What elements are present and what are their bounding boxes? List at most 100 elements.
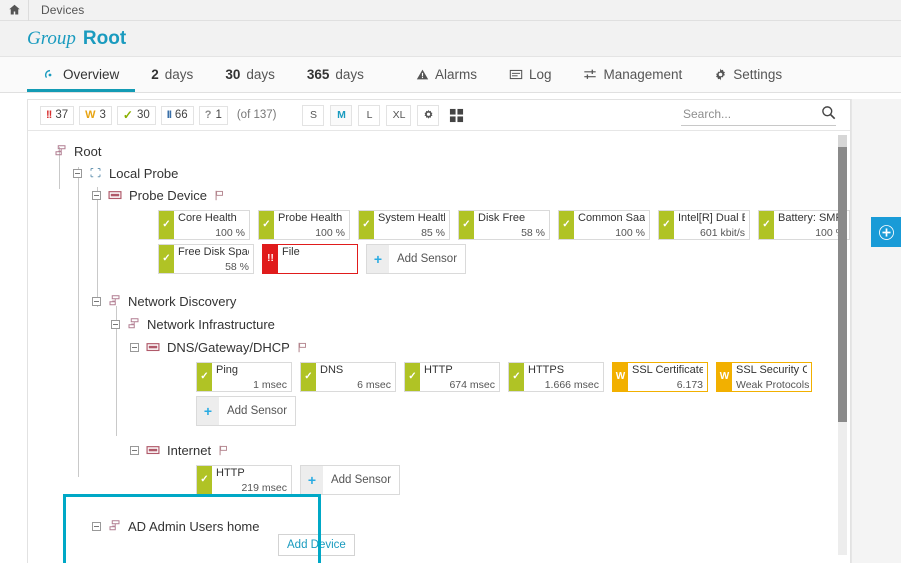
tree-node-network-discovery[interactable]: Network Discovery: [28, 291, 850, 311]
sensor-name: Core Health: [178, 212, 245, 225]
sensor-name: Ping: [216, 364, 287, 377]
collapse-toggle-dns-gateway-dhcp[interactable]: [130, 343, 139, 352]
tab-30-days[interactable]: 30 days: [209, 57, 291, 92]
sensor-tile[interactable]: W SSL Security C... Weak Protocols ...: [716, 362, 812, 392]
sensor-name: Common SaaS...: [578, 212, 645, 225]
sensor-value: 100 %: [278, 227, 345, 239]
tree-node-ad-admin-users-home-label: AD Admin Users home: [128, 519, 260, 534]
collapse-toggle-probe-device[interactable]: [92, 191, 101, 200]
grid-view-button[interactable]: [445, 105, 467, 126]
sensor-tile-row: ✓ Free Disk Spac... 58 % !! File + Add S…: [28, 244, 850, 274]
status-chip-warning[interactable]: W 3: [79, 106, 112, 125]
sensor-tile[interactable]: ✓ Ping 1 msec: [196, 362, 292, 392]
flag-icon[interactable]: [218, 445, 229, 456]
sensor-tile[interactable]: ✓ Intel[R] Dual Ba... 601 kbit/s: [658, 210, 750, 240]
status-chip-unknown[interactable]: ? 1: [199, 106, 228, 125]
sensor-status-icon: ✓: [197, 363, 212, 391]
collapse-toggle-local-probe[interactable]: [73, 169, 82, 178]
sensor-tile[interactable]: W SSL Certificate... 6.173: [612, 362, 708, 392]
sensor-tile[interactable]: ✓ Probe Health 100 %: [258, 210, 350, 240]
add-sensor-button[interactable]: + Add Sensor: [366, 244, 466, 274]
tree-node-network-discovery-label: Network Discovery: [128, 294, 236, 309]
tree-connector: [97, 187, 98, 307]
tab-alarms[interactable]: Alarms: [400, 57, 493, 92]
add-device-row: Add Device: [28, 534, 850, 556]
tab-log[interactable]: Log: [493, 57, 568, 92]
sensor-tile[interactable]: ✓ HTTP 219 msec: [196, 465, 292, 495]
sensor-status-icon: ✓: [197, 466, 212, 494]
tab-alarms-label: Alarms: [435, 67, 477, 82]
sensor-status-icon: ✓: [159, 211, 174, 239]
status-chip-paused[interactable]: II 66: [161, 106, 194, 125]
flag-icon[interactable]: [297, 342, 308, 353]
tree-node-local-probe-label: Local Probe: [109, 166, 178, 181]
tree-node-probe-device-label: Probe Device: [129, 188, 207, 203]
size-button-xl[interactable]: XL: [386, 105, 411, 126]
tree-node-ad-admin-users-home[interactable]: AD Admin Users home: [28, 516, 850, 536]
sensor-tile-row: + Add Sensor: [28, 396, 850, 426]
sensor-tile[interactable]: !! File: [262, 244, 358, 274]
tab-management[interactable]: Management: [567, 57, 698, 92]
tree-node-network-infrastructure[interactable]: Network Infrastructure: [28, 314, 850, 334]
sensor-tile[interactable]: ✓ Common SaaS... 100 %: [558, 210, 650, 240]
tab-overview[interactable]: Overview: [27, 57, 135, 92]
tree-node-dns-gateway-dhcp[interactable]: DNS/Gateway/DHCP: [28, 337, 850, 357]
home-button[interactable]: [0, 0, 29, 21]
add-sensor-button[interactable]: + Add Sensor: [196, 396, 296, 426]
sensor-name: File: [282, 246, 353, 259]
add-device-button[interactable]: Add Device: [278, 534, 355, 556]
search-input[interactable]: [681, 106, 809, 122]
sensor-value: 100 %: [178, 227, 245, 239]
add-sensor-button[interactable]: + Add Sensor: [300, 465, 400, 495]
tab-365-days-unit: days: [335, 67, 364, 82]
collapse-toggle-ad-admin-users-home[interactable]: [92, 522, 101, 531]
sensor-tile[interactable]: ✓ System Health 85 %: [358, 210, 450, 240]
collapse-toggle-network-infrastructure[interactable]: [111, 320, 120, 329]
tab-2-days-unit: days: [165, 67, 194, 82]
tree-node-probe-device[interactable]: Probe Device: [28, 185, 850, 205]
tab-2-days[interactable]: 2 days: [135, 57, 209, 92]
sensor-tile[interactable]: ✓ Battery: SMP D... 100 %: [758, 210, 850, 240]
view-settings-button[interactable]: [417, 105, 439, 126]
sensor-tile[interactable]: ✓ HTTP 674 msec: [404, 362, 500, 392]
tab-log-label: Log: [529, 67, 552, 82]
size-button-m[interactable]: M: [330, 105, 352, 126]
collapse-toggle-internet[interactable]: [130, 446, 139, 455]
sensor-status-icon: ✓: [301, 363, 316, 391]
status-chip-down[interactable]: !! 37: [40, 106, 74, 125]
warning-count: 3: [100, 109, 106, 121]
sensor-tile[interactable]: ✓ Free Disk Spac... 58 %: [158, 244, 254, 274]
add-object-button[interactable]: [871, 217, 901, 247]
sensor-name: DNS: [320, 364, 391, 377]
device-icon: [146, 342, 160, 353]
collapse-toggle-network-discovery[interactable]: [92, 297, 101, 306]
sensor-name: Probe Health: [278, 212, 345, 225]
sensor-value: 6.173: [632, 379, 703, 391]
sensor-tile[interactable]: ✓ Core Health 100 %: [158, 210, 250, 240]
tab-365-days[interactable]: 365 days: [291, 57, 380, 92]
search-box[interactable]: [681, 105, 836, 126]
page-title-object-type: Group: [27, 28, 76, 50]
device-icon: [108, 190, 122, 201]
size-button-s[interactable]: S: [302, 105, 324, 126]
flag-icon[interactable]: [214, 190, 225, 201]
status-chip-up[interactable]: ✓ 30: [117, 106, 156, 125]
sensor-status-icon: ✓: [159, 245, 174, 273]
sensor-name: HTTP: [424, 364, 495, 377]
sensor-name: HTTP: [216, 467, 287, 480]
plus-icon: +: [301, 466, 323, 494]
breadcrumb-devices[interactable]: Devices: [29, 3, 84, 17]
sensor-tile[interactable]: ✓ HTTPS 1.666 msec: [508, 362, 604, 392]
size-button-l[interactable]: L: [358, 105, 380, 126]
tree-node-root[interactable]: Root: [28, 141, 850, 161]
tree-node-internet[interactable]: Internet: [28, 440, 850, 460]
sensor-tile[interactable]: ✓ Disk Free 58 %: [458, 210, 550, 240]
search-icon[interactable]: [821, 105, 836, 123]
tree-node-local-probe[interactable]: Local Probe: [28, 163, 850, 183]
sensor-tile[interactable]: ✓ DNS 6 msec: [300, 362, 396, 392]
tree-content: Root Local Probe Probe Device: [28, 131, 850, 563]
tab-settings[interactable]: Settings: [698, 57, 798, 92]
sensor-tile-row: ✓ Core Health 100 % ✓ Probe Health 100 %…: [28, 210, 850, 240]
add-sensor-label: Add Sensor: [219, 397, 295, 425]
total-sensor-count: (of 137): [237, 109, 277, 121]
